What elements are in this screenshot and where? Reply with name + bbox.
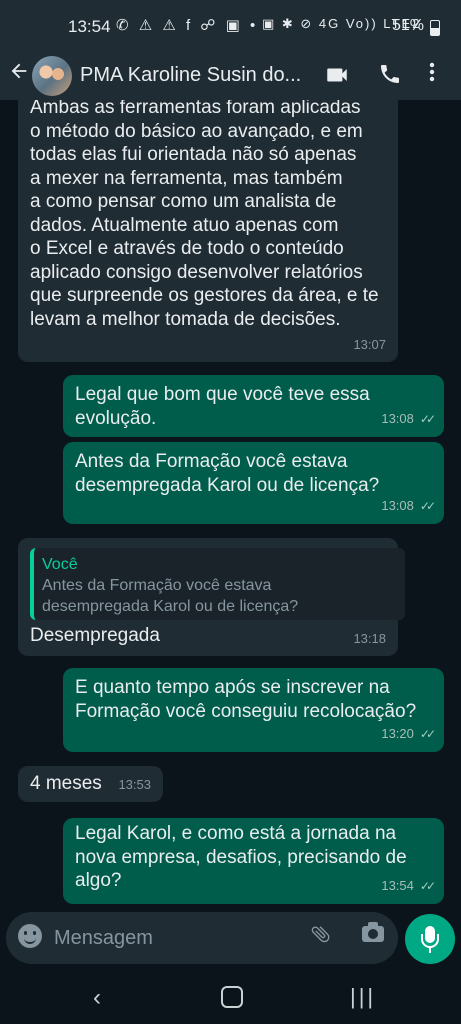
message-meta: 13:08 ✓✓ — [381, 407, 436, 432]
message-input[interactable]: Mensagem — [54, 927, 153, 950]
message-time: 13:53 — [118, 776, 151, 792]
quote-line: Antes da Formação você estava — [42, 577, 272, 594]
message-line: Ambas as ferramentas foram aplicadas — [30, 100, 361, 118]
message-incoming[interactable]: Ambas as ferramentas foram aplicadas o m… — [18, 100, 398, 362]
message-line: aplicado consigo desenvolver relatórios — [30, 261, 363, 283]
paperclip-icon[interactable] — [305, 918, 341, 954]
nav-recents-button[interactable]: ||| — [350, 984, 376, 1010]
message-line: dados. Atualmente atuo apenas com — [30, 214, 339, 236]
message-line: a como pensar como um analista de — [30, 191, 337, 212]
message-line: algo? — [75, 870, 122, 891]
emoji-icon[interactable] — [18, 924, 42, 948]
double-check-icon: ✓✓ — [419, 411, 436, 426]
message-incoming[interactable]: 4 meses 13:53 — [18, 766, 163, 802]
message-line: o Excel e através de todo o conteúdo — [30, 238, 344, 259]
message-outgoing[interactable]: Legal que bom que você teve essa evoluçã… — [63, 375, 444, 437]
message-list[interactable]: Ambas as ferramentas foram aplicadas o m… — [0, 100, 461, 910]
quoted-message[interactable]: Você Antes da Formação você estava desem… — [30, 548, 405, 620]
message-line: o método do básico ao avançado, e em — [30, 120, 363, 142]
double-check-icon: ✓✓ — [419, 726, 436, 741]
message-outgoing[interactable]: Antes da Formação você estava desemprega… — [63, 442, 444, 524]
message-composer[interactable]: Mensagem — [6, 912, 398, 964]
message-line: desempregada Karol ou de licença? — [75, 474, 380, 496]
message-line: evolução. — [75, 407, 157, 429]
microphone-base — [429, 948, 431, 953]
message-meta: 13:54 ✓✓ — [381, 874, 436, 899]
message-line: a mexer na ferramenta, mas também — [30, 167, 343, 189]
more-options-icon[interactable] — [428, 60, 436, 90]
microphone-stand — [421, 934, 439, 948]
message-time: 13:08 — [381, 410, 414, 426]
double-check-icon: ✓✓ — [419, 498, 436, 513]
message-time: 13:07 — [353, 336, 386, 352]
message-line: Legal que bom que você teve essa — [75, 384, 370, 405]
message-text: 4 meses — [30, 773, 102, 794]
status-bar: 13:54 ✆ ⚠ ⚠ f ☍ ▣ • ▣ ✱ ⊘ 4G Vo)) LTE2 5… — [0, 0, 461, 56]
message-outgoing[interactable]: Legal Karol, e como está a jornada na no… — [63, 818, 444, 904]
quote-line: desempregada Karol ou de licença? — [42, 598, 299, 615]
message-meta: 13:08 ✓✓ — [381, 494, 436, 519]
back-arrow-icon[interactable] — [8, 60, 30, 89]
message-time: 13:20 — [381, 725, 414, 741]
contact-name[interactable]: PMA Karoline Susin do... — [80, 64, 306, 87]
contact-avatar[interactable] — [32, 56, 72, 96]
chat-header: PMA Karoline Susin do... — [0, 56, 461, 100]
message-incoming-reply[interactable]: Você Antes da Formação você estava desem… — [18, 538, 405, 656]
message-line: Legal Karol, e como está a jornada na — [75, 823, 397, 844]
message-line: que surpreende os gestores da área, e te — [30, 285, 379, 306]
message-meta: 13:20 ✓✓ — [381, 722, 436, 747]
system-navigation-bar: ‹ ||| — [0, 970, 461, 1024]
camera-icon[interactable] — [362, 922, 384, 942]
nav-home-button[interactable] — [221, 986, 243, 1008]
message-time: 13:08 — [381, 497, 414, 513]
double-check-icon: ✓✓ — [419, 878, 436, 893]
notification-icons: ✆ ⚠ ⚠ f ☍ ▣ • — [116, 17, 259, 34]
video-call-icon[interactable] — [324, 62, 350, 93]
status-time: 13:54 — [68, 17, 111, 36]
message-line: E quanto tempo após se inscrever na — [75, 677, 390, 698]
battery-level: 51% — [392, 17, 425, 34]
quote-author: Você — [42, 556, 78, 573]
message-line: todas elas fui orientada não só apenas — [30, 144, 357, 165]
message-text: Desempregada — [30, 625, 160, 646]
message-line: Antes da Formação você estava — [75, 451, 348, 472]
battery-icon — [430, 20, 440, 36]
message-line: Formação você conseguiu recolocação? — [75, 700, 417, 722]
nav-back-button[interactable]: ‹ — [93, 984, 101, 1012]
message-outgoing[interactable]: E quanto tempo após se inscrever na Form… — [63, 668, 444, 752]
message-time: 13:18 — [353, 630, 386, 646]
message-line: levam a melhor tomada de decisões. — [30, 308, 341, 330]
message-time: 13:54 — [381, 877, 414, 893]
message-line: nova empresa, desafios, precisando de — [75, 846, 407, 868]
microphone-button[interactable] — [405, 914, 455, 964]
voice-call-icon[interactable] — [378, 62, 402, 91]
